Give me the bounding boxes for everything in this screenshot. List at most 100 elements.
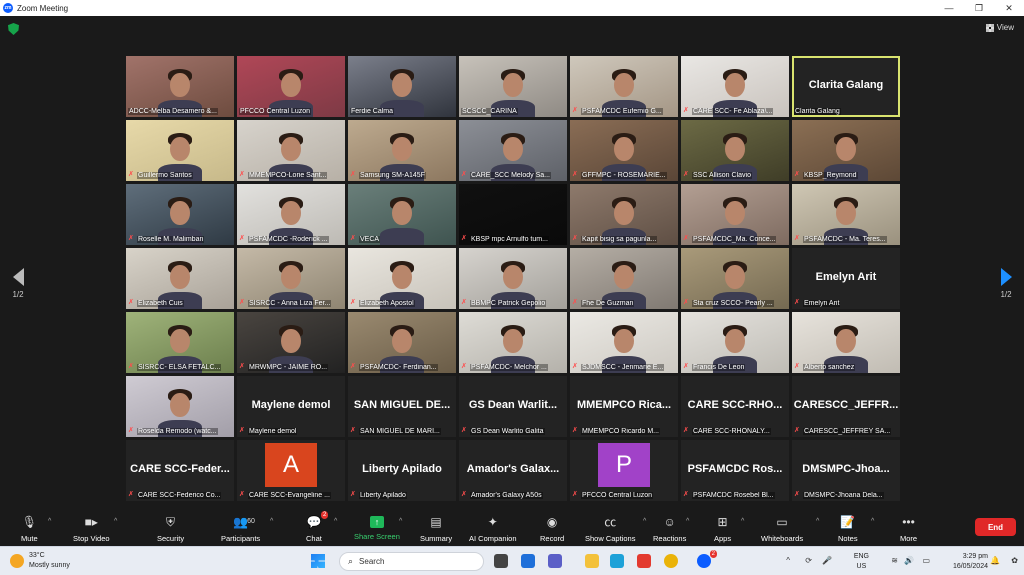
sync-icon[interactable]: ⟳ [805, 556, 812, 565]
participant-tile[interactable]: MMEMPCO Rica... ✗ MMEMPCO Ricardo M... [570, 376, 678, 437]
mic-tray-icon[interactable]: 🎤 [822, 556, 832, 565]
stop-video-button[interactable]: ■▸ Stop Video [73, 514, 110, 543]
participant-tile[interactable]: A ✗ CARE SCC-Evangeline ... [237, 440, 345, 501]
store-icon[interactable] [521, 554, 535, 568]
participant-tile[interactable]: SCSCC_CARINA [459, 56, 567, 117]
participant-tile[interactable]: ✗ KBSP_Reymond [792, 120, 900, 181]
participant-tile[interactable]: ✗ PSFAMCDC_Ma. Conce... [681, 184, 789, 245]
participants-button[interactable]: 👥 60 Participants [221, 514, 260, 543]
participant-tile[interactable]: Maylene demol ✗ Maylene demol [237, 376, 345, 437]
participant-tile[interactable]: GS Dean Warlit... ✗ GS Dean Warlito Galita [459, 376, 567, 437]
chevron-up-icon[interactable]: ^ [786, 556, 790, 565]
participant-tile[interactable]: ✗ SISRCC - Anna Liza Fer... [237, 248, 345, 309]
participant-tile[interactable]: ✗ Roselda Remodo (watc... [126, 376, 234, 437]
participant-tile[interactable]: ✗ Elizabeth Cuis [126, 248, 234, 309]
participant-tile[interactable]: PFCCO Central Luzon [237, 56, 345, 117]
share-screen-button[interactable]: ↑ Share Screen [354, 514, 400, 541]
participants-options-caret[interactable]: ^ [270, 518, 273, 525]
participant-tile[interactable]: ✗ BBMPC Patrick Gepolio [459, 248, 567, 309]
notes-options-caret[interactable]: ^ [871, 518, 874, 525]
participant-tile[interactable]: ✗ PSFAMCDC Eufemio G... [570, 56, 678, 117]
participant-tile[interactable]: ✗ MRWMPC - JAIME RO... [237, 312, 345, 373]
participant-tile[interactable]: ✗ Fhe De Guzman [570, 248, 678, 309]
whiteboards-button[interactable]: ▭ Whiteboards [761, 514, 803, 543]
task-view-icon[interactable] [494, 554, 508, 568]
participant-tile[interactable]: ✗ CARE_SCC Melody Sa... [459, 120, 567, 181]
participant-tile[interactable]: ✗ SISRCC- ELSA FETALC... [126, 312, 234, 373]
captions-button[interactable]: ㏄ Show Captions [585, 514, 635, 543]
battery-icon[interactable]: ▭ [922, 556, 930, 565]
participant-tile[interactable]: ✗ Kapit bisig sa pagunlа... [570, 184, 678, 245]
windows-start-icon[interactable] [311, 554, 325, 568]
participant-tile[interactable]: CARESCC_JEFFR... ✗ CARESCC_JEFFREY SA... [792, 376, 900, 437]
participant-tile[interactable]: DMSMPC-Jhoa... ✗ DMSMPC-Jhoana Dela... [792, 440, 900, 501]
participant-tile[interactable]: ✗ PSFAMCDC- Melchor ... [459, 312, 567, 373]
reactions-options-caret[interactable]: ^ [686, 518, 689, 525]
taskbar-search[interactable]: ⌕ Search [339, 552, 484, 571]
participant-tile[interactable]: ✗ Alberto sanchez [792, 312, 900, 373]
more-button[interactable]: ••• More [900, 514, 917, 543]
language-indicator[interactable]: ENG US [854, 552, 869, 572]
mute-options-caret[interactable]: ^ [48, 518, 51, 525]
volume-icon[interactable]: 🔊 [904, 556, 914, 565]
edge-icon[interactable] [610, 554, 624, 568]
summary-button[interactable]: ▤ Summary [420, 514, 452, 543]
notification-icon[interactable]: 🔔 [990, 556, 1000, 565]
mute-button[interactable]: 🎙 Mute [21, 514, 38, 543]
participant-tile[interactable]: ✗ Elizabeth Apostol [348, 248, 456, 309]
teams-icon[interactable] [548, 554, 562, 568]
participant-tile[interactable]: CARE SCC-RHO... ✗ CARE SCC-RHONALY... [681, 376, 789, 437]
participant-tile[interactable]: ✗ CARE SCC- Fe Ablaza\... [681, 56, 789, 117]
participant-tile[interactable]: ✗ PSFAMCDC -Roderick ... [237, 184, 345, 245]
share-options-caret[interactable]: ^ [399, 518, 402, 525]
participant-tile[interactable]: ✗ SJDMSCC - Jenmarie E... [570, 312, 678, 373]
participant-tile[interactable]: ✗ PSFAMCDC - Ma. Teres... [792, 184, 900, 245]
record-button[interactable]: ◉ Record [540, 514, 564, 543]
participant-tile[interactable]: ✗ MMEMPCO-Lorie Sant... [237, 120, 345, 181]
apps-options-caret[interactable]: ^ [741, 518, 744, 525]
maximize-button[interactable]: ❐ [964, 0, 994, 16]
participant-tile[interactable]: P ✗ PFCCO Central Luzon [570, 440, 678, 501]
participant-tile[interactable]: Ferdie Calma [348, 56, 456, 117]
participant-tile[interactable]: SAN MIGUEL DE... ✗ SAN MIGUEL DE MARI... [348, 376, 456, 437]
weather-widget[interactable]: 33°C Mostly sunny [10, 551, 70, 571]
office-icon[interactable] [637, 554, 651, 568]
participant-tile[interactable]: ✗ VECA [348, 184, 456, 245]
participant-tile[interactable]: ✗ Samsung SM-A145F [348, 120, 456, 181]
notes-button[interactable]: 📝 Notes [838, 514, 858, 543]
chat-button[interactable]: 💬 2 Chat [306, 511, 329, 543]
reactions-button[interactable]: ☺ Reactions [653, 514, 686, 543]
participant-tile[interactable]: ADCC-Melba Desamero &... [126, 56, 234, 117]
next-page-button[interactable]: 1/2 [998, 268, 1014, 299]
taskbar-clock[interactable]: 3:29 pm 16/05/2024 [953, 552, 988, 572]
chat-options-caret[interactable]: ^ [334, 518, 337, 525]
participant-tile[interactable]: ✗ KBSP mpc Arnulfo tum... [459, 184, 567, 245]
view-button[interactable]: View [985, 23, 1014, 32]
ai-companion-button[interactable]: ✦ AI Companion [469, 514, 517, 543]
copilot-icon[interactable]: ✿ [1011, 556, 1018, 565]
wifi-icon[interactable]: ≋ [891, 556, 898, 565]
file-explorer-icon[interactable] [585, 554, 599, 568]
video-options-caret[interactable]: ^ [114, 518, 117, 525]
participant-tile[interactable]: Clarita Galang Clarita Galang [792, 56, 900, 117]
security-shield-icon[interactable] [8, 23, 19, 35]
whiteboard-options-caret[interactable]: ^ [816, 518, 819, 525]
participant-tile[interactable]: PSFAMCDC Ros... ✗ PSFAMCDC Rosebel Bl... [681, 440, 789, 501]
end-meeting-button[interactable]: End [975, 518, 1016, 536]
participant-tile[interactable]: ✗ SSC Allison Clavio [681, 120, 789, 181]
close-button[interactable]: ✕ [994, 0, 1024, 16]
participant-tile[interactable]: Liberty Apilado ✗ Liberty Apilado [348, 440, 456, 501]
security-button[interactable]: ⛨ Security [157, 514, 184, 543]
participant-tile[interactable]: ✗ Guillermo Santos [126, 120, 234, 181]
minimize-button[interactable]: — [934, 0, 964, 16]
chrome-icon[interactable] [664, 554, 678, 568]
apps-button[interactable]: ⊞ Apps [714, 514, 731, 543]
participant-tile[interactable]: ✗ Roselle M. Malimban [126, 184, 234, 245]
participant-tile[interactable]: ✗ Sta cruz SCCO- Pearly ... [681, 248, 789, 309]
participant-tile[interactable]: ✗ GFFMPC - ROSEMARIE... [570, 120, 678, 181]
participant-tile[interactable]: ✗ PSFAMCDC- Ferdinan... [348, 312, 456, 373]
captions-options-caret[interactable]: ^ [643, 518, 646, 525]
participant-tile[interactable]: CARE SCC-Feder... ✗ CARE SCC-Federico Co..… [126, 440, 234, 501]
participant-tile[interactable]: Amador's Galax... ✗ Amador's Galaxy A50s [459, 440, 567, 501]
participant-tile[interactable]: Emelyn Arit ✗ Emelyn Arit [792, 248, 900, 309]
